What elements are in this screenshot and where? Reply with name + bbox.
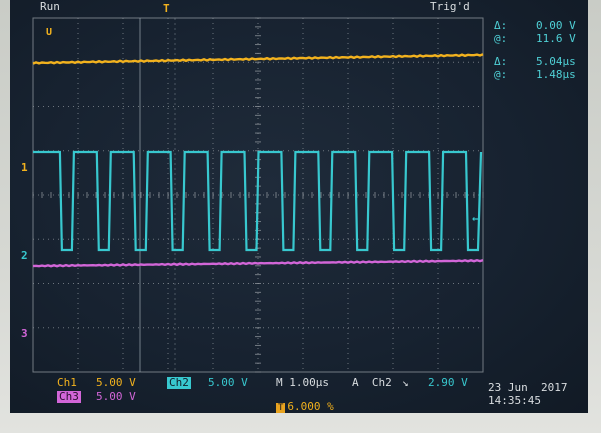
amplitude-at-label: @:: [494, 32, 508, 45]
amplitude-delta-value: 0.00 V: [536, 19, 576, 32]
trigger-slope: ↘: [402, 376, 409, 389]
ch3-scale: 5.00 V: [96, 390, 136, 403]
date: 23 Jun 2017: [488, 381, 568, 394]
amplitude-at-value: 11.6 V: [536, 32, 576, 45]
ch2-ground-marker[interactable]: 2: [21, 250, 28, 262]
trigger-source[interactable]: A Ch2: [352, 377, 392, 389]
trigger-position-icon: T: [276, 403, 286, 413]
ch1-label[interactable]: Ch1: [57, 377, 77, 389]
oscilloscope-screen: Run Trig'd T U 1 2 3 ← Δ: 0.00 V @: 11.6…: [10, 0, 588, 413]
ch3-label[interactable]: Ch3: [57, 391, 81, 403]
amplitude-delta-label: Δ:: [494, 19, 508, 32]
trigger-level-arrow[interactable]: ←: [472, 213, 479, 225]
time-at-label: @:: [494, 68, 508, 81]
trigger-position-marker[interactable]: T: [163, 3, 170, 15]
ch3-trace: [32, 258, 484, 268]
ch1-ground-marker[interactable]: 1: [21, 162, 28, 174]
trigger-level: 2.90 V: [428, 376, 468, 389]
ch2-trace: [33, 150, 483, 252]
time-at-value: 1.48µs: [536, 68, 576, 81]
trigger-position-readout: T 6.000 %: [276, 401, 334, 413]
time-delta-value: 5.04µs: [536, 55, 576, 68]
trigger-status: Trig'd: [430, 0, 470, 13]
ch2-label[interactable]: Ch2: [167, 377, 191, 389]
traces: [32, 53, 484, 268]
time: 14:35:45: [488, 394, 541, 407]
acquisition-status: Run: [40, 0, 60, 13]
trigger-position-value: 6.000 %: [287, 400, 334, 413]
cursor-marker[interactable]: U: [46, 27, 52, 39]
ch2-scale: 5.00 V: [208, 376, 248, 389]
time-delta-label: Δ:: [494, 55, 508, 68]
timebase[interactable]: M 1.00µs: [276, 377, 329, 389]
ch1-scale: 5.00 V: [96, 376, 136, 389]
ch3-ground-marker[interactable]: 3: [21, 328, 28, 340]
